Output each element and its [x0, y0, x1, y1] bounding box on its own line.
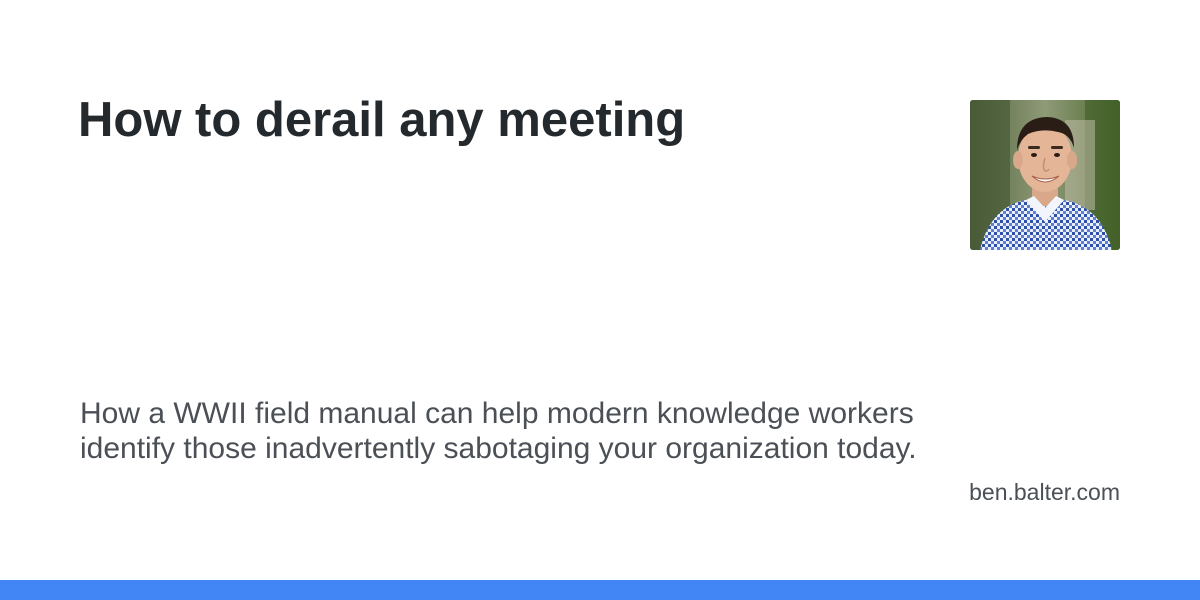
page-description: How a WWII field manual can help modern …	[80, 397, 917, 465]
site-domain: ben.balter.com	[969, 479, 1120, 505]
social-card: How to derail any meeting How a WWII fie…	[0, 0, 1200, 600]
author-photo-icon	[970, 100, 1120, 250]
page-title: How to derail any meeting	[78, 93, 686, 147]
author-avatar	[970, 100, 1120, 250]
accent-bar	[0, 580, 1200, 600]
